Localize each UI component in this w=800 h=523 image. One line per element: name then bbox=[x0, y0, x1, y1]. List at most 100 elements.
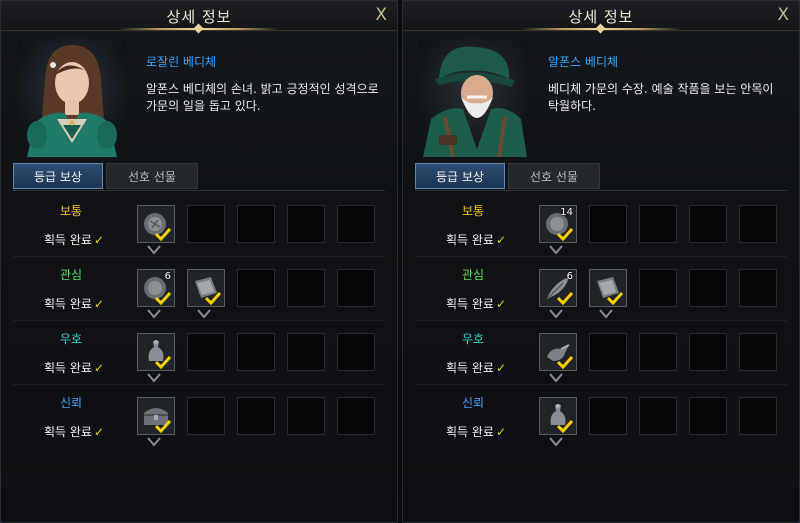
reward-slot[interactable]: 14 bbox=[539, 205, 577, 243]
tab-preferred-gift[interactable]: 선호 선물 bbox=[508, 163, 600, 189]
expand-arrow-icon bbox=[147, 309, 161, 319]
empty-slot bbox=[589, 333, 627, 371]
empty-slot bbox=[739, 333, 777, 371]
check-icon: ✓ bbox=[93, 297, 105, 311]
empty-slot bbox=[689, 269, 727, 307]
empty-slot bbox=[337, 333, 375, 371]
item-count: 14 bbox=[560, 207, 573, 218]
expand-arrow-icon bbox=[599, 309, 613, 319]
tier-row-interest: 관심 획득 완료 ✓ 6 bbox=[403, 257, 799, 321]
expand-arrow-icon bbox=[549, 373, 563, 383]
checkmark-icon bbox=[155, 355, 171, 369]
empty-slot bbox=[639, 397, 677, 435]
npc-portrait bbox=[419, 39, 529, 157]
empty-slot bbox=[337, 269, 375, 307]
expand-arrow-icon bbox=[549, 309, 563, 319]
npc-detail-panel-rosaline: 상세 정보 X 로잘린 베디체 알폰스 베디체의 손녀. 밝고 긍정적인 성격으 bbox=[0, 0, 398, 523]
empty-slot bbox=[287, 333, 325, 371]
close-button[interactable]: X bbox=[375, 5, 387, 25]
checkmark-icon bbox=[557, 419, 573, 433]
tier-name: 신뢰 bbox=[59, 396, 83, 410]
reward-slot[interactable] bbox=[137, 205, 175, 243]
status-label: 획득 완료 bbox=[43, 233, 92, 247]
npc-name: 알폰스 베디체 bbox=[548, 55, 619, 69]
status-label: 획득 완료 bbox=[43, 361, 92, 375]
status-label: 획득 완료 bbox=[43, 425, 92, 439]
tier-name: 관심 bbox=[59, 268, 83, 282]
empty-slot bbox=[187, 397, 225, 435]
check-icon: ✓ bbox=[495, 233, 507, 247]
empty-slot bbox=[639, 205, 677, 243]
tier-name: 우호 bbox=[59, 332, 83, 346]
header-ornament bbox=[119, 28, 279, 30]
checkmark-icon bbox=[155, 419, 171, 433]
empty-slot bbox=[739, 269, 777, 307]
check-icon: ✓ bbox=[93, 425, 105, 439]
tier-status: 획득 완료 ✓ bbox=[433, 359, 519, 376]
empty-slot bbox=[237, 269, 275, 307]
tier-status: 획득 완료 ✓ bbox=[31, 423, 117, 440]
checkmark-icon bbox=[557, 227, 573, 241]
npc-description: 알폰스 베디체의 손녀. 밝고 긍정적인 성격으로 가문의 일을 돕고 있다. bbox=[146, 82, 379, 113]
expand-arrow-icon bbox=[549, 437, 563, 447]
check-icon: ✓ bbox=[495, 425, 507, 439]
empty-slot bbox=[739, 397, 777, 435]
expand-arrow-icon bbox=[197, 309, 211, 319]
reward-slot[interactable] bbox=[137, 397, 175, 435]
status-label: 획득 완료 bbox=[445, 297, 494, 311]
empty-slot bbox=[287, 269, 325, 307]
reward-slot[interactable] bbox=[589, 269, 627, 307]
tier-row-trust: 신뢰 획득 완료 ✓ bbox=[403, 385, 799, 449]
checkmark-icon bbox=[557, 291, 573, 305]
tier-name: 보통 bbox=[461, 204, 485, 218]
tab-preferred-gift[interactable]: 선호 선물 bbox=[106, 163, 198, 189]
empty-slot bbox=[337, 397, 375, 435]
panel-header: 상세 정보 X bbox=[403, 1, 799, 31]
close-button[interactable]: X bbox=[777, 5, 789, 25]
tier-row-friendly: 우호 획득 완료 ✓ bbox=[1, 321, 397, 385]
empty-slot bbox=[337, 205, 375, 243]
empty-slot bbox=[739, 205, 777, 243]
reward-slot[interactable] bbox=[539, 333, 577, 371]
tier-name: 우호 bbox=[461, 332, 485, 346]
empty-slot bbox=[639, 333, 677, 371]
check-icon: ✓ bbox=[93, 361, 105, 375]
expand-arrow-icon bbox=[147, 437, 161, 447]
tab-grade-reward[interactable]: 등급 보상 bbox=[415, 163, 505, 189]
reward-slot[interactable] bbox=[539, 397, 577, 435]
empty-slot bbox=[689, 333, 727, 371]
header-ornament bbox=[521, 28, 681, 30]
tier-row-friendly: 우호 획득 완료 ✓ bbox=[403, 321, 799, 385]
empty-slot bbox=[639, 269, 677, 307]
expand-arrow-icon bbox=[549, 245, 563, 255]
expand-arrow-icon bbox=[147, 245, 161, 255]
status-label: 획득 완료 bbox=[445, 361, 494, 375]
tier-status: 획득 완료 ✓ bbox=[433, 423, 519, 440]
empty-slot bbox=[237, 397, 275, 435]
status-label: 획득 완료 bbox=[43, 297, 92, 311]
item-count: 6 bbox=[566, 271, 573, 282]
tier-status: 획득 완료 ✓ bbox=[433, 295, 519, 312]
empty-slot bbox=[237, 333, 275, 371]
empty-slot bbox=[287, 205, 325, 243]
reward-slot[interactable] bbox=[187, 269, 225, 307]
npc-name: 로잘린 베디체 bbox=[146, 55, 217, 69]
panel-header: 상세 정보 X bbox=[1, 1, 397, 31]
tier-row-trust: 신뢰 획득 완료 ✓ bbox=[1, 385, 397, 449]
tab-grade-reward[interactable]: 등급 보상 bbox=[13, 163, 103, 189]
checkmark-icon bbox=[557, 355, 573, 369]
reward-slot[interactable] bbox=[137, 333, 175, 371]
tier-name: 관심 bbox=[461, 268, 485, 282]
npc-portrait bbox=[17, 39, 127, 157]
expand-arrow-icon bbox=[147, 373, 161, 383]
tab-divider bbox=[13, 190, 385, 191]
empty-slot bbox=[689, 205, 727, 243]
tier-row-normal: 보통 획득 완료 ✓ bbox=[1, 193, 397, 257]
check-icon: ✓ bbox=[495, 297, 507, 311]
reward-slot[interactable]: 6 bbox=[539, 269, 577, 307]
reward-slot[interactable]: 6 bbox=[137, 269, 175, 307]
status-label: 획득 완료 bbox=[445, 233, 494, 247]
check-icon: ✓ bbox=[495, 361, 507, 375]
empty-slot bbox=[689, 397, 727, 435]
tier-status: 획득 완료 ✓ bbox=[31, 359, 117, 376]
